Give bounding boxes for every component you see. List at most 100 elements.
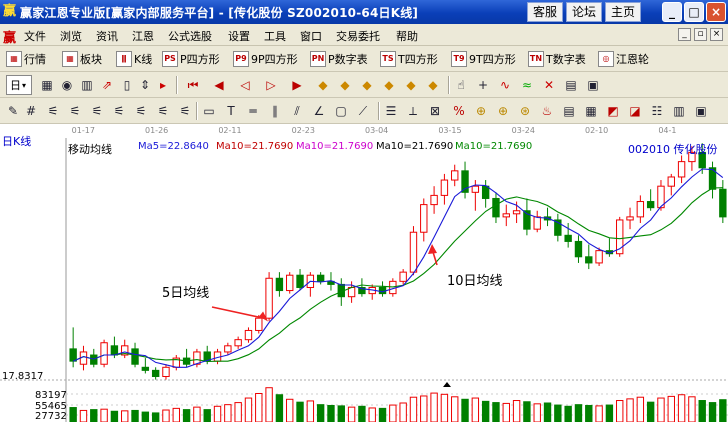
9t-square-button[interactable]: T9 9T四方形 <box>451 49 516 69</box>
mdi-minimize-icon[interactable]: _ <box>678 28 691 41</box>
ruler-icon[interactable]: ⟂ <box>404 102 422 120</box>
chart-b-icon[interactable]: ◩ <box>604 102 622 120</box>
hash-icon[interactable]: # <box>22 102 40 120</box>
kline-icon: ǁ <box>116 51 132 67</box>
back-icon[interactable]: ◁ <box>236 76 254 94</box>
circle-c-icon[interactable]: ⊛ <box>516 102 534 120</box>
text-icon[interactable]: T <box>222 102 240 120</box>
diamond-down-icon[interactable]: ◆ <box>380 76 398 94</box>
diag-icon[interactable]: ⟋ <box>354 102 372 120</box>
candle-body <box>492 197 500 218</box>
angle-icon[interactable]: ∠ <box>310 102 328 120</box>
db-icon[interactable]: ▥ <box>670 102 688 120</box>
sectors-button[interactable]: ▦ 板块 <box>62 49 102 69</box>
menu-help[interactable]: 帮助 <box>396 28 418 44</box>
diamond-up-icon[interactable]: ◆ <box>314 76 332 94</box>
cross-grid-icon[interactable]: ⊠ <box>426 102 444 120</box>
rect-icon[interactable]: ▭ <box>200 102 218 120</box>
spreadsheet-icon[interactable]: ▦ <box>582 102 600 120</box>
first-page-icon[interactable]: ⏮ <box>184 76 202 94</box>
ma5-line <box>72 168 724 368</box>
next-page-icon[interactable]: ▶ <box>288 76 306 94</box>
9p-square-button[interactable]: P9 9P四方形 <box>233 49 298 69</box>
menu-trade[interactable]: 交易委托 <box>336 28 380 44</box>
kline-chart[interactable]: 01-17 01-26 02-11 02-23 03-04 03-15 03-24 02-10… <box>0 124 728 422</box>
candle-body <box>626 216 634 221</box>
candle-body <box>440 179 449 196</box>
app-menu-icon[interactable]: 赢 <box>3 27 16 46</box>
t-number-table-button[interactable]: TN T数字表 <box>528 49 586 69</box>
customer-service-link[interactable]: 客服 <box>527 2 563 22</box>
fan-line-5-icon[interactable]: ⚟ <box>132 102 150 120</box>
volume-bar <box>708 402 717 422</box>
circle-a-icon[interactable]: ⊕ <box>472 102 490 120</box>
fan-line-2-icon[interactable]: ⚟ <box>66 102 84 120</box>
mdi-restore-icon[interactable]: ▫ <box>694 28 707 41</box>
stat-icon[interactable]: ▣ <box>692 102 710 120</box>
quotes-button[interactable]: ▦ 行情 <box>6 49 46 69</box>
volume-bar <box>430 392 438 422</box>
diamond-in-icon[interactable]: ◆ <box>402 76 420 94</box>
menu-formula-select[interactable]: 公式选股 <box>168 28 212 44</box>
gann-wheel-button[interactable]: ◎ 江恩轮 <box>598 49 649 69</box>
homepage-link[interactable]: 主页 <box>605 2 641 22</box>
percent-icon[interactable]: % <box>450 102 468 120</box>
target-icon[interactable]: ◉ <box>58 76 76 94</box>
p-number-table-button[interactable]: PN P数字表 <box>310 49 368 69</box>
mdi-close-icon[interactable]: × <box>710 28 723 41</box>
box-icon[interactable]: ▢ <box>332 102 350 120</box>
forward-icon[interactable]: ▷ <box>262 76 280 94</box>
diamond-left-icon[interactable]: ◆ <box>336 76 354 94</box>
menu-gann[interactable]: 江恩 <box>132 28 154 44</box>
pencil-icon[interactable]: ✎ <box>4 102 22 120</box>
grid-icon[interactable]: ▦ <box>38 76 56 94</box>
pointer-icon[interactable]: ☝ <box>452 76 470 94</box>
menu-browse[interactable]: 浏览 <box>60 28 82 44</box>
circle-b-icon[interactable]: ⊕ <box>494 102 512 120</box>
parallel-icon[interactable]: ∥ <box>266 102 284 120</box>
fan-line-7-icon[interactable]: ⚟ <box>176 102 194 120</box>
fan-line-icon[interactable]: ⚟ <box>44 102 62 120</box>
minimize-button[interactable]: _ <box>662 2 682 22</box>
forum-link[interactable]: 论坛 <box>566 2 602 22</box>
calendar-icon[interactable]: ▤ <box>560 102 578 120</box>
menu-file[interactable]: 文件 <box>24 28 46 44</box>
pane-a-icon[interactable]: ▤ <box>562 76 580 94</box>
t-number-table-label: T数字表 <box>546 53 586 66</box>
curve-icon[interactable]: ∿ <box>496 76 514 94</box>
fan-line-3-icon[interactable]: ⚟ <box>88 102 106 120</box>
menu-window[interactable]: 窗口 <box>300 28 322 44</box>
channel-icon[interactable]: ⫽ <box>288 102 306 120</box>
diamond-right-icon[interactable]: ◆ <box>358 76 376 94</box>
candle-icon[interactable]: ▯ <box>118 76 136 94</box>
9p-square-label: 9P四方形 <box>251 53 298 66</box>
xline-icon[interactable]: ✕ <box>540 76 558 94</box>
volume-bar <box>234 402 242 422</box>
chart-c-icon[interactable]: ◪ <box>626 102 644 120</box>
p-square-button[interactable]: PS P四方形 <box>162 49 220 69</box>
pane-b-icon[interactable]: ▣ <box>584 76 602 94</box>
hline-icon[interactable]: ═ <box>244 102 262 120</box>
spiral-icon[interactable]: ♨ <box>538 102 556 120</box>
t-square-button[interactable]: TS T四方形 <box>380 49 438 69</box>
list-icon[interactable]: ☰ <box>382 102 400 120</box>
period-select[interactable]: 日 ▾ <box>6 75 32 95</box>
menu-settings[interactable]: 设置 <box>228 28 250 44</box>
first-icon[interactable]: ▸ <box>154 76 172 94</box>
diamond-out-icon[interactable]: ◆ <box>424 76 442 94</box>
fan-line-4-icon[interactable]: ⚟ <box>110 102 128 120</box>
menu-tools[interactable]: 工具 <box>264 28 286 44</box>
fan-line-6-icon[interactable]: ⚟ <box>154 102 172 120</box>
trend-icon[interactable]: ⇗ <box>98 76 116 94</box>
close-button[interactable]: × <box>706 2 726 22</box>
menu-info[interactable]: 资讯 <box>96 28 118 44</box>
scale-icon[interactable]: ⇕ <box>136 76 154 94</box>
wave-icon[interactable]: ≈ <box>518 76 536 94</box>
bars-icon[interactable]: ▥ <box>78 76 96 94</box>
prev-page-icon[interactable]: ◀ <box>210 76 228 94</box>
layers-icon[interactable]: ☷ <box>648 102 666 120</box>
maximize-button[interactable]: □ <box>684 2 704 22</box>
kline-button[interactable]: ǁ K线 <box>116 49 152 69</box>
candle-body <box>451 170 459 181</box>
crosshair-icon[interactable]: + <box>474 76 492 94</box>
